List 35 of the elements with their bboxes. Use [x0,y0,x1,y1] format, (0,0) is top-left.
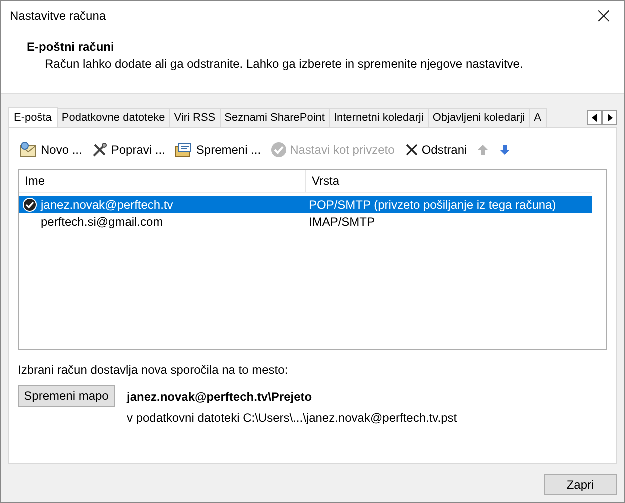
close-dialog-button[interactable]: Zapri [544,474,617,495]
tools-icon [92,142,108,158]
window-title: Nastavitve računa [10,9,106,23]
account-row[interactable]: perftech.si@gmail.com IMAP/SMTP [19,213,592,230]
scroll-left-button[interactable] [587,110,602,125]
change-folder-button[interactable]: Spremeni mapo [18,385,115,407]
close-icon [404,143,419,157]
right-triangle-icon [606,114,612,122]
account-type: IMAP/SMTP [308,214,376,228]
section-title: E-poštni računi [27,40,116,54]
arrow-button[interactable] [499,144,512,156]
up-arrow-icon [477,144,490,156]
folder-settings-icon [175,142,194,158]
toolbar-button[interactable]: Odstrani [404,143,468,157]
envelope-icon [20,142,38,158]
column-header[interactable]: Ime [19,170,306,192]
left-triangle-icon [592,114,598,122]
check-circle-icon [271,142,288,158]
account-name: janez.novak@perftech.tv [40,196,174,213]
folder-path: janez.novak@perftech.tv\Prejeto [127,390,314,404]
data-file-path: v podatkovni datoteki C:\Users\...\janez.novak@perftech.tv.pst [127,411,458,425]
column-header[interactable]: Vrsta [306,170,340,192]
tab[interactable]: A [529,108,546,127]
toolbar-button[interactable]: Popravi ... [92,142,166,158]
toolbar-button[interactable]: Spremeni ... [175,142,262,158]
delivery-label: Izbrani račun dostavlja nova sporočila na to mesto: [18,363,290,377]
scroll-right-button[interactable] [602,110,617,125]
account-name: perftech.si@gmail.com [40,214,164,230]
account-type: POP/SMTP (privzeto pošiljanje iz tega računa) [308,198,556,212]
account-row[interactable]: janez.novak@perftech.tv POP/SMTP (privzeto pošiljanje iz tega računa) [19,196,592,213]
down-arrow-icon [499,144,512,156]
close-button[interactable]: × [584,1,624,31]
toolbar-button[interactable]: Novo ... [20,142,82,158]
tab[interactable]: E-pošta [8,107,58,127]
section-description: Račun lahko dodate ali ga odstranite. Lahko ga izberete in spremenite njegove nastavitve. [45,57,524,71]
